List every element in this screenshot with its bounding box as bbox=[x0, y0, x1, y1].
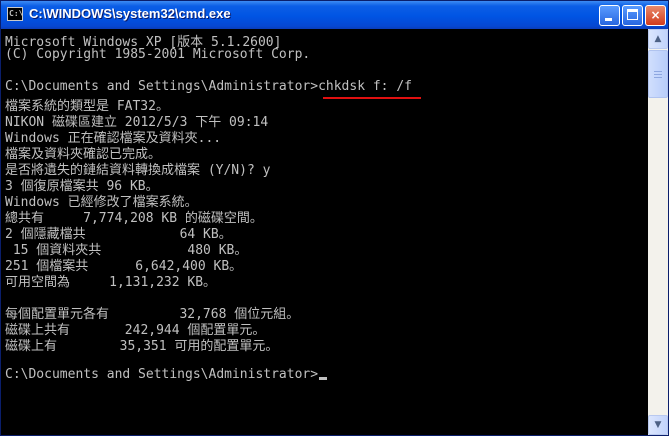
arrow-up-icon: ▲ bbox=[654, 34, 662, 44]
window-title: C:\WINDOWS\system32\cmd.exe bbox=[29, 6, 231, 21]
maximize-button[interactable] bbox=[622, 5, 643, 26]
console-line: 檔案及資料夾確認已完成。 bbox=[5, 147, 162, 162]
console-line: 可用空間為 1,131,232 KB。 bbox=[5, 275, 217, 290]
console-line: (C) Copyright 1985-2001 Microsoft Corp. bbox=[5, 47, 311, 62]
minimize-icon bbox=[605, 18, 612, 21]
vertical-scrollbar[interactable]: ▲ ▼ bbox=[648, 29, 668, 435]
console-line: C:\Documents and Settings\Administrator> bbox=[5, 367, 328, 383]
console-line: 磁碟上有 35,351 可用的配置單元。 bbox=[5, 339, 279, 354]
console-line: 2 個隱藏檔共 64 KB。 bbox=[5, 227, 232, 242]
console-output[interactable]: Microsoft Windows XP [版本 5.1.2600] (C) Co… bbox=[1, 29, 648, 435]
close-icon: × bbox=[650, 8, 661, 22]
console-line: NIKON 磁碟區建立 2012/5/3 下午 09:14 bbox=[5, 115, 269, 130]
grip-line bbox=[654, 71, 662, 72]
console-line: 檔案系統的類型是 FAT32。 bbox=[5, 99, 169, 114]
command-underline bbox=[323, 97, 421, 99]
cmd-icon[interactable]: C:\ bbox=[7, 7, 23, 21]
grip-line bbox=[654, 77, 662, 78]
text-cursor bbox=[319, 377, 328, 380]
grip-line bbox=[654, 74, 662, 75]
console-line: C:\Documents and Settings\Administrator>… bbox=[5, 79, 412, 94]
arrow-down-icon: ▼ bbox=[654, 420, 662, 430]
console-line: 251 個檔案共 6,642,400 KB。 bbox=[5, 259, 243, 274]
scroll-up-button[interactable]: ▲ bbox=[648, 29, 668, 49]
maximize-icon bbox=[627, 9, 638, 20]
console-line: 每個配置單元各有 32,768 個位元組。 bbox=[5, 307, 300, 322]
console-line: 15 個資料夾共 480 KB。 bbox=[5, 243, 248, 258]
console-line: 總共有 7,774,208 KB 的磁碟空間。 bbox=[5, 211, 263, 226]
console-line: Windows 已經修改了檔案系統。 bbox=[5, 195, 198, 210]
console-line: 3 個復原檔案共 96 KB。 bbox=[5, 179, 159, 194]
cmd-window: C:\ C:\WINDOWS\system32\cmd.exe × Micros… bbox=[0, 0, 669, 436]
console-line: Windows 正在確認檔案及資料夾... bbox=[5, 131, 222, 146]
scroll-thumb[interactable] bbox=[648, 50, 668, 98]
title-bar[interactable]: C:\ C:\WINDOWS\system32\cmd.exe × bbox=[1, 1, 668, 29]
minimize-button[interactable] bbox=[599, 5, 620, 26]
console-line: Microsoft Windows XP [版本 5.1.2600] bbox=[5, 35, 282, 50]
console-line: 磁碟上共有 242,944 個配置單元。 bbox=[5, 323, 266, 338]
console-line: 是否將遺失的鏈結資料轉換成檔案 (Y/N)? y bbox=[5, 163, 271, 178]
close-button[interactable]: × bbox=[645, 5, 666, 26]
scroll-down-button[interactable]: ▼ bbox=[648, 415, 668, 435]
